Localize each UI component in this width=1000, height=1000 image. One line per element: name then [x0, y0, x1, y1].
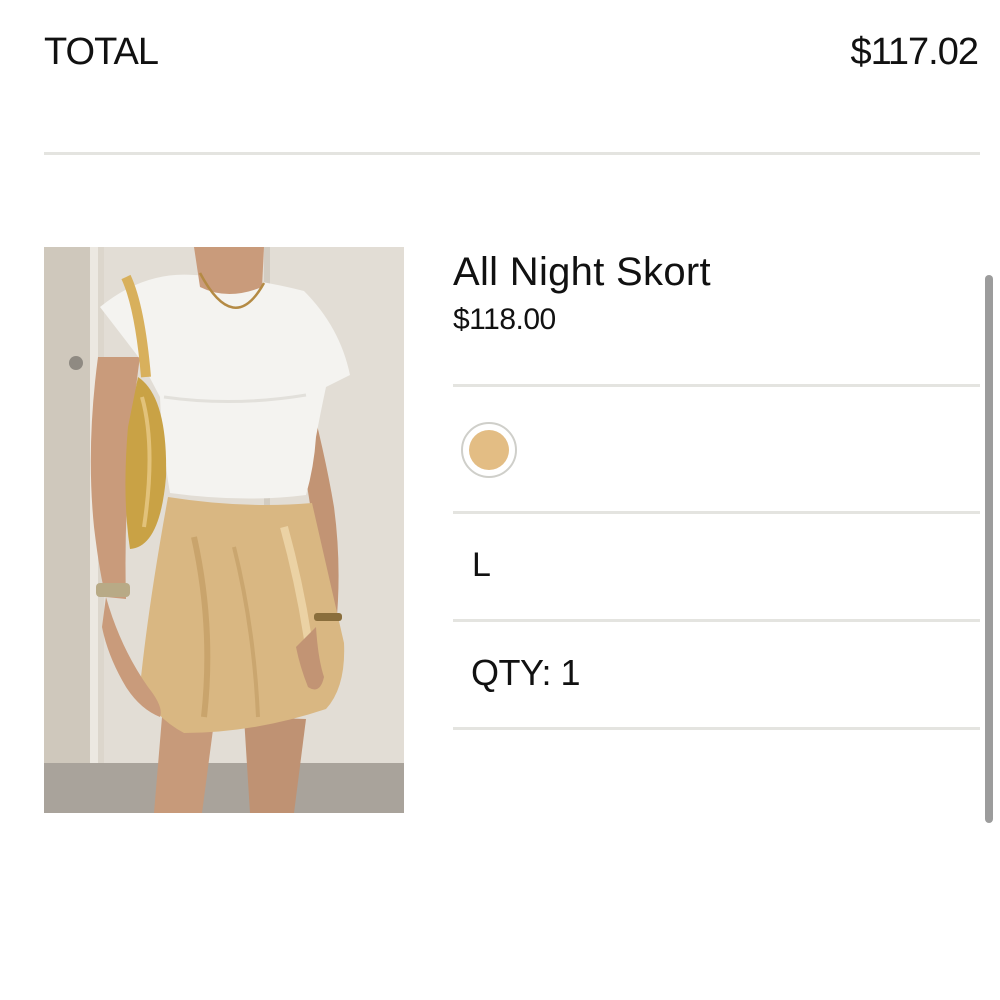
cart-page: TOTAL $117.02 All Night Skort $118.00 L … — [0, 0, 1000, 1000]
size-value[interactable]: L — [472, 545, 491, 585]
scrollbar[interactable] — [985, 275, 993, 823]
total-row: TOTAL $117.02 — [44, 28, 979, 76]
divider — [453, 384, 980, 387]
divider — [453, 511, 980, 514]
product-photo-illustration — [44, 247, 404, 813]
color-swatch-fill — [469, 430, 509, 470]
total-value: $117.02 — [850, 30, 979, 73]
total-label: TOTAL — [44, 30, 159, 73]
product-price: $118.00 — [453, 303, 556, 336]
product-name[interactable]: All Night Skort — [453, 246, 980, 298]
divider — [453, 619, 980, 622]
divider — [44, 152, 980, 155]
divider — [453, 727, 980, 730]
color-swatch[interactable] — [461, 422, 517, 478]
product-image[interactable] — [44, 247, 404, 813]
product-details: All Night Skort $118.00 — [453, 246, 980, 340]
quantity-selector[interactable]: QTY: 1 — [471, 652, 581, 694]
